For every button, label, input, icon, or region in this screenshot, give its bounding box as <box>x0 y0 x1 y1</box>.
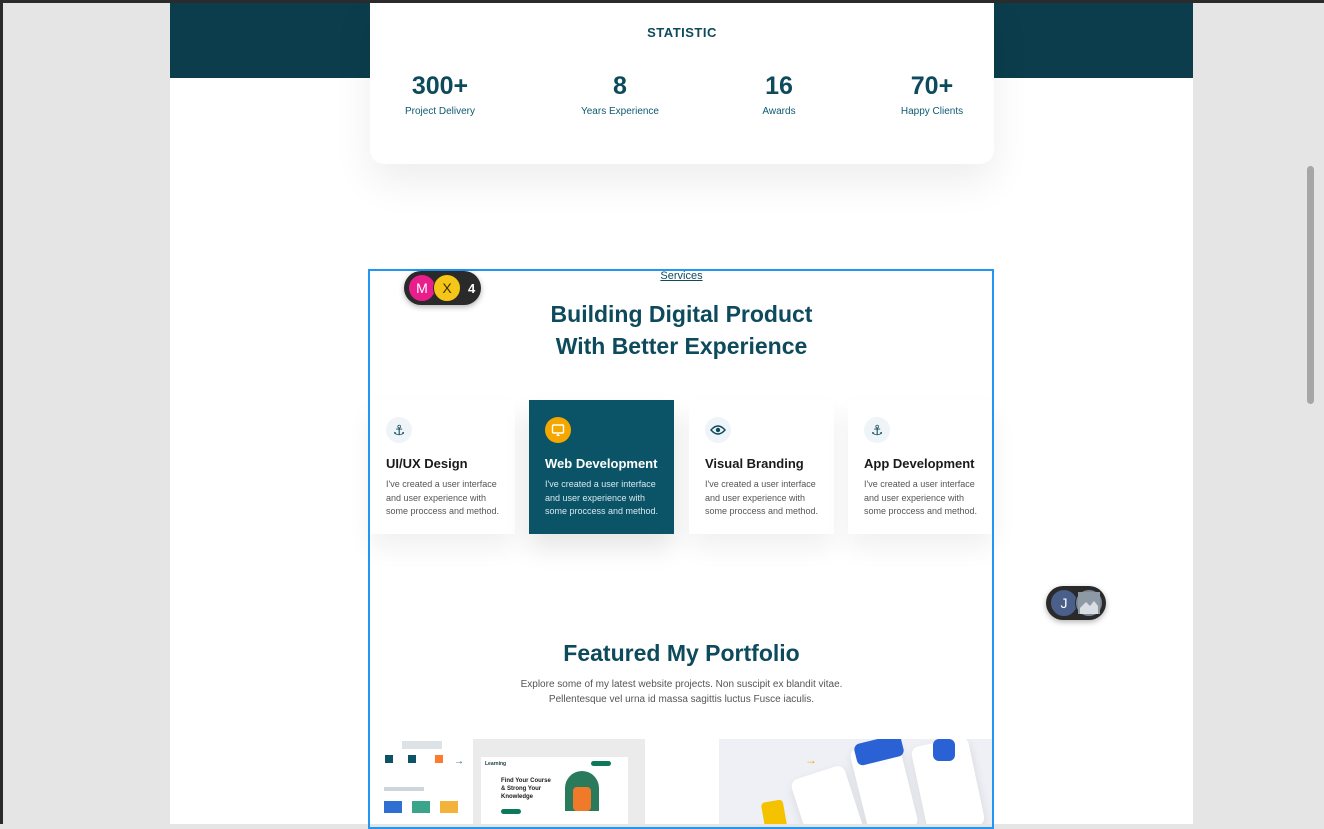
stat-project-delivery: 300+ Project Delivery <box>370 70 510 117</box>
stat-label: Happy Clients <box>900 106 964 117</box>
selection-outline[interactable] <box>368 269 994 829</box>
stat-value: 70+ <box>910 72 954 100</box>
collaborators-presence-group-2[interactable]: J <box>1046 586 1106 620</box>
stat-label: Years Experience <box>580 106 659 117</box>
collaborators-presence-group[interactable]: M X 4 <box>404 271 482 305</box>
stat-value: 300+ <box>411 72 469 100</box>
stat-awards: 16 Awards <box>709 70 849 117</box>
collaborator-avatar[interactable]: M <box>408 274 436 302</box>
collaborator-count[interactable]: 4 <box>468 281 475 296</box>
collaborator-photo-avatar[interactable] <box>1075 589 1103 617</box>
statistic-title: STATISTIC <box>647 25 717 40</box>
stat-happy-clients: 70+ Happy Clients <box>862 70 1002 117</box>
stat-value: 16 <box>765 72 793 100</box>
scrollbar-thumb[interactable] <box>1307 166 1314 404</box>
stat-label: Awards <box>762 106 796 117</box>
stat-value: 8 <box>613 72 627 100</box>
statistic-card: STATISTIC 300+ Project Delivery 8 Years … <box>370 0 994 164</box>
stat-years-experience: 8 Years Experience <box>550 70 690 117</box>
stat-label: Project Delivery <box>404 106 476 117</box>
collaborator-avatar[interactable]: J <box>1050 589 1078 617</box>
collaborator-avatar[interactable]: X <box>433 274 461 302</box>
